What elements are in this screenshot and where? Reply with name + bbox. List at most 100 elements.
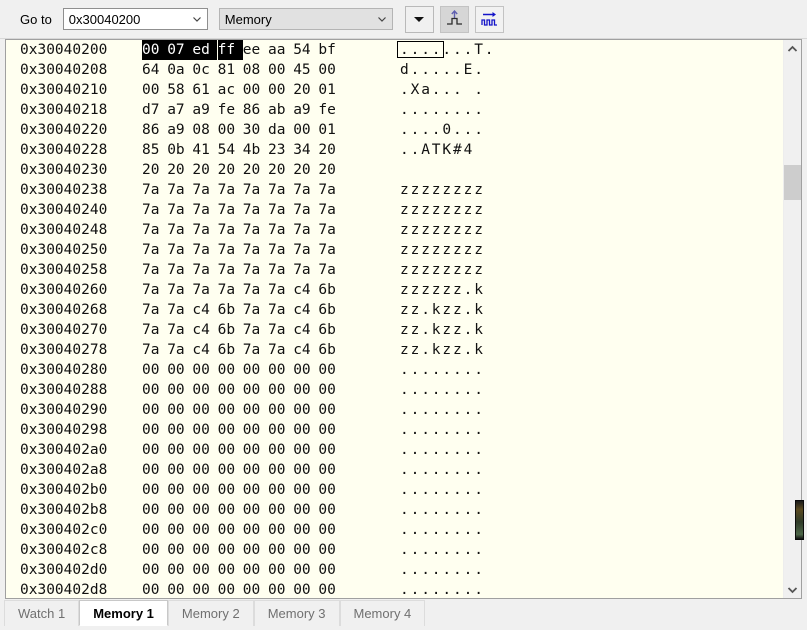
memory-row[interactable]: 0x30040228 85 0b 41 54 4b 23 34 20.. A T K #4: [6, 140, 784, 160]
memory-byte[interactable]: 00: [268, 460, 293, 480]
memory-byte[interactable]: 7a: [192, 180, 217, 200]
memory-byte[interactable]: 7a: [167, 220, 192, 240]
memory-ascii-char[interactable]: .: [421, 340, 431, 360]
memory-ascii-char[interactable]: .: [442, 60, 452, 80]
memory-ascii-char[interactable]: d: [400, 60, 410, 80]
memory-byte-selected[interactable]: 00: [142, 40, 167, 60]
memory-ascii-char[interactable]: z: [400, 260, 410, 280]
memory-byte[interactable]: 00: [268, 380, 293, 400]
memory-byte[interactable]: 00: [192, 460, 217, 480]
memory-byte[interactable]: 7a: [293, 180, 318, 200]
memory-ascii-char[interactable]: T: [474, 40, 484, 60]
memory-byte[interactable]: 7a: [318, 180, 343, 200]
memory-ascii-char[interactable]: .: [464, 540, 474, 560]
memory-byte[interactable]: 54: [293, 40, 318, 60]
memory-byte[interactable]: 6b: [318, 280, 343, 300]
memory-byte[interactable]: 6b: [318, 300, 343, 320]
options-dropdown-button[interactable]: [404, 5, 434, 33]
memory-ascii-char[interactable]: .: [421, 420, 431, 440]
memory-byte[interactable]: 00: [318, 420, 343, 440]
memory-byte[interactable]: a9: [192, 100, 217, 120]
memory-ascii-char[interactable]: [474, 160, 484, 180]
memory-ascii-char[interactable]: z: [400, 240, 410, 260]
memory-ascii-char[interactable]: .: [432, 560, 442, 580]
memory-ascii-char[interactable]: 0: [442, 120, 452, 140]
memory-byte[interactable]: 00: [293, 440, 318, 460]
memory-ascii-char[interactable]: z: [411, 220, 421, 240]
memory-ascii-char[interactable]: .: [432, 400, 442, 420]
memory-ascii-char[interactable]: .: [474, 480, 484, 500]
memory-ascii-char[interactable]: .: [453, 360, 463, 380]
memory-ascii-char[interactable]: .: [432, 420, 442, 440]
memory-ascii-char[interactable]: .: [421, 380, 431, 400]
memory-ascii-char[interactable]: z: [421, 240, 431, 260]
memory-ascii-char[interactable]: k: [432, 320, 442, 340]
memory-row[interactable]: 0x30040260 7a 7a 7a 7a 7a 7a c4 6b z z z z z z. k: [6, 280, 784, 300]
memory-ascii-char[interactable]: .: [411, 380, 421, 400]
memory-ascii-char[interactable]: z: [442, 180, 452, 200]
memory-byte[interactable]: 7a: [268, 300, 293, 320]
memory-ascii-char[interactable]: .: [411, 40, 421, 60]
memory-byte[interactable]: 6b: [218, 300, 243, 320]
memory-byte[interactable]: 00: [318, 440, 343, 460]
memory-byte[interactable]: 7a: [318, 240, 343, 260]
memory-ascii-char[interactable]: .: [474, 420, 484, 440]
memory-byte[interactable]: 00: [192, 440, 217, 460]
memory-ascii-char[interactable]: .: [442, 480, 452, 500]
memory-row[interactable]: 0x300402b8 00 00 00 00 00 00 00 00........: [6, 500, 784, 520]
memory-byte[interactable]: 23: [268, 140, 293, 160]
memory-ascii-char[interactable]: .: [411, 440, 421, 460]
memory-ascii-char[interactable]: .: [421, 300, 431, 320]
memory-byte[interactable]: 00: [167, 540, 192, 560]
memory-byte[interactable]: 7a: [268, 240, 293, 260]
memory-byte[interactable]: 00: [142, 540, 167, 560]
memory-byte[interactable]: 00: [318, 500, 343, 520]
memory-byte[interactable]: c4: [293, 300, 318, 320]
memory-ascii-char[interactable]: .: [464, 460, 474, 480]
memory-ascii-char[interactable]: .: [411, 140, 421, 160]
memory-ascii-char[interactable]: [421, 160, 431, 180]
memory-ascii-char[interactable]: k: [432, 300, 442, 320]
memory-ascii-char[interactable]: .: [464, 40, 474, 60]
memory-ascii-char[interactable]: .: [411, 540, 421, 560]
memory-ascii-char[interactable]: z: [432, 280, 442, 300]
memory-ascii-char[interactable]: .: [432, 580, 442, 598]
memory-ascii-char[interactable]: .: [474, 100, 484, 120]
memory-byte[interactable]: 00: [268, 520, 293, 540]
memory-row[interactable]: 0x30040220 86 a9 08 00 30 da 00 01.... 0...: [6, 120, 784, 140]
memory-ascii-char[interactable]: [411, 160, 421, 180]
memory-ascii-char[interactable]: .: [400, 460, 410, 480]
memory-row[interactable]: 0x30040268 7a 7a c4 6b 7a 7a c4 6b z z. k z z. k: [6, 300, 784, 320]
memory-byte[interactable]: 00: [243, 560, 268, 580]
memory-ascii-char[interactable]: .: [464, 300, 474, 320]
memory-ascii-char[interactable]: .: [453, 120, 463, 140]
memory-ascii-char[interactable]: .: [400, 80, 410, 100]
memory-byte[interactable]: 7a: [318, 260, 343, 280]
memory-byte[interactable]: 00: [142, 400, 167, 420]
memory-byte[interactable]: 00: [268, 440, 293, 460]
memory-ascii-char[interactable]: .: [400, 520, 410, 540]
memory-ascii-char[interactable]: .: [432, 460, 442, 480]
memory-byte[interactable]: 00: [243, 360, 268, 380]
memory-ascii-char[interactable]: .: [411, 400, 421, 420]
memory-byte[interactable]: 00: [142, 360, 167, 380]
memory-ascii-char[interactable]: .: [464, 480, 474, 500]
memory-byte[interactable]: 00: [218, 560, 243, 580]
memory-ascii-char[interactable]: [474, 140, 484, 160]
memory-byte[interactable]: 00: [318, 520, 343, 540]
memory-ascii-char[interactable]: z: [421, 180, 431, 200]
memory-byte[interactable]: 00: [142, 440, 167, 460]
memory-byte[interactable]: 7a: [268, 220, 293, 240]
memory-ascii-char[interactable]: .: [400, 100, 410, 120]
memory-ascii-char[interactable]: .: [442, 540, 452, 560]
memory-byte[interactable]: 00: [218, 500, 243, 520]
memory-byte[interactable]: 7a: [268, 340, 293, 360]
memory-ascii-char[interactable]: .: [421, 480, 431, 500]
memory-byte[interactable]: 81: [218, 60, 243, 80]
memory-ascii-char[interactable]: z: [464, 180, 474, 200]
memory-ascii-char[interactable]: .: [453, 420, 463, 440]
memory-byte[interactable]: 00: [167, 360, 192, 380]
memory-byte[interactable]: 00: [142, 560, 167, 580]
memory-ascii-char[interactable]: .: [432, 500, 442, 520]
memory-ascii-char[interactable]: [432, 160, 442, 180]
